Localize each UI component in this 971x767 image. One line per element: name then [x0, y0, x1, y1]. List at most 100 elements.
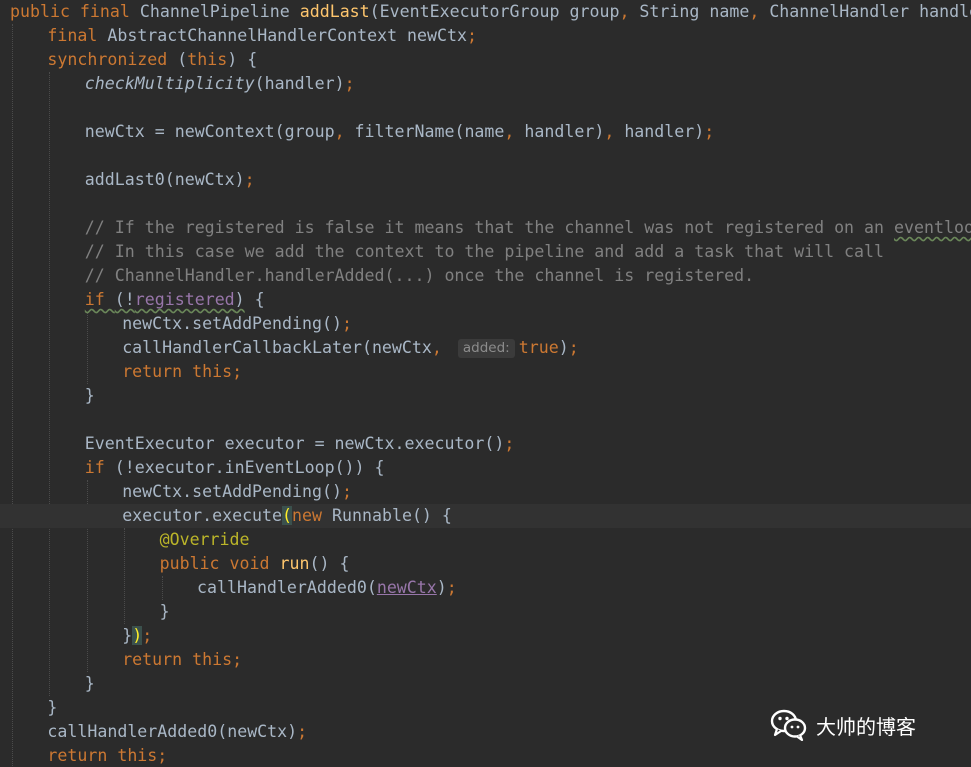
parameter-hint: added: [457, 339, 515, 358]
code-token: ; [568, 338, 579, 357]
code-line[interactable]: @Override [0, 528, 971, 552]
code-token: AbstractChannelHandlerContext newCtx [107, 26, 467, 45]
code-token: { [244, 290, 265, 309]
code-line[interactable]: addLast0(newCtx); [0, 168, 971, 192]
code-line[interactable] [0, 192, 971, 216]
code-token: // In this case we add the context to th… [84, 242, 885, 261]
wechat-icon [770, 709, 808, 741]
code-token: if [84, 458, 115, 477]
code-line[interactable]: } [0, 672, 971, 696]
code-token: ; [446, 578, 457, 597]
code-token: // ChannelHandler.handlerAdded(...) once… [84, 266, 755, 285]
code-line[interactable]: callHandlerCallbackLater(newCtx, added: t… [0, 336, 971, 360]
code-token: synchronized [47, 50, 178, 69]
code-token: newCtx.setAddPending() [122, 482, 342, 501]
code-token: (! [114, 290, 135, 309]
code-token: } [84, 386, 95, 405]
code-line[interactable]: newCtx.setAddPending(); [0, 312, 971, 336]
code-token: ; [467, 26, 477, 45]
code-token: ; [341, 482, 352, 501]
code-token: ( [177, 50, 188, 69]
code-token: ChannelHandler handler) { [769, 2, 971, 21]
code-token: (handler) [254, 74, 345, 93]
code-token: , [749, 2, 770, 21]
code-line[interactable]: if (!registered) { [0, 288, 971, 312]
code-token: } [159, 602, 170, 621]
code-token: return this; [47, 746, 168, 765]
code-token: newCtx = newContext(group [84, 122, 335, 141]
code-line[interactable]: // If the registered is false it means t… [0, 216, 971, 240]
code-token: ; [504, 434, 515, 453]
code-token: registered [134, 290, 235, 309]
code-line[interactable]: return this; [0, 360, 971, 384]
code-token: newCtx [376, 578, 437, 597]
code-line[interactable]: callHandlerAdded0(newCtx); [0, 576, 971, 600]
code-token: filterName(name [354, 122, 505, 141]
code-token: ; [142, 626, 153, 645]
code-token: if [84, 290, 115, 309]
code-token: ; [297, 722, 308, 741]
code-token: this [187, 50, 228, 69]
code-line[interactable]: } [0, 384, 971, 408]
code-line[interactable] [0, 144, 971, 168]
code-token: handler) [624, 122, 705, 141]
code-line[interactable]: public void run() { [0, 552, 971, 576]
code-line[interactable]: newCtx = newContext(group, filterName(na… [0, 120, 971, 144]
code-line[interactable]: executor.execute(new Runnable() { [0, 504, 971, 528]
code-editor[interactable]: public final ChannelPipeline addLast(Eve… [0, 0, 971, 767]
code-token: , [334, 122, 355, 141]
code-token: Runnable() { [332, 506, 452, 525]
code-token: return this; [122, 650, 243, 669]
code-token: , [604, 122, 625, 141]
code-token: eventloop [894, 218, 971, 237]
code-token: ; [244, 170, 255, 189]
code-line[interactable]: public final ChannelPipeline addLast(Eve… [0, 0, 971, 24]
watermark-text: 大帅的博客 [816, 714, 916, 739]
code-token: return this; [122, 362, 243, 381]
code-token: checkMultiplicity [84, 74, 255, 93]
code-line[interactable]: newCtx.setAddPending(); [0, 480, 971, 504]
code-line[interactable] [0, 96, 971, 120]
code-token: (!executor.inEventLoop()) { [114, 458, 385, 477]
code-line[interactable]: // ChannelHandler.handlerAdded(...) once… [0, 264, 971, 288]
code-line[interactable]: EventExecutor executor = newCtx.executor… [0, 432, 971, 456]
code-token: callHandlerCallbackLater(newCtx [122, 338, 432, 357]
code-line[interactable]: return this; [0, 744, 971, 767]
code-token: EventExecutor executor = newCtx.executor… [84, 434, 505, 453]
code-token: , [619, 2, 640, 21]
code-line[interactable]: // In this case we add the context to th… [0, 240, 971, 264]
code-line[interactable]: } [0, 600, 971, 624]
code-token: addLast [299, 2, 370, 21]
code-line[interactable]: final AbstractChannelHandlerContext newC… [0, 24, 971, 48]
code-line[interactable]: if (!executor.inEventLoop()) { [0, 456, 971, 480]
code-token: ChannelPipeline [139, 2, 300, 21]
code-token: ; [704, 122, 715, 141]
code-token: () { [309, 554, 350, 573]
code-token: } [122, 626, 133, 645]
code-token: ) [132, 626, 143, 645]
code-token: newCtx.setAddPending() [122, 314, 342, 333]
code-token: ; [341, 314, 352, 333]
code-token: new [292, 506, 333, 525]
code-token: true [518, 338, 559, 357]
code-token: , [504, 122, 525, 141]
code-token: ) [436, 578, 447, 597]
code-token: ) { [227, 50, 258, 69]
code-line[interactable] [0, 408, 971, 432]
code-token: public final [10, 2, 140, 21]
code-token: run [279, 554, 310, 573]
code-line[interactable]: }); [0, 624, 971, 648]
code-token: handler) [524, 122, 605, 141]
code-token: ; [344, 74, 355, 93]
code-token: String name [639, 2, 750, 21]
code-token: executor.execute [122, 506, 283, 525]
code-line[interactable]: return this; [0, 648, 971, 672]
code-token: @Override [159, 530, 250, 549]
code-token: (EventExecutorGroup group [369, 2, 620, 21]
watermark: 大帅的博客 [770, 707, 916, 743]
code-token: ( [282, 506, 293, 525]
code-line[interactable]: synchronized (this) { [0, 48, 971, 72]
code-token: callHandlerAdded0( [197, 578, 377, 597]
code-line[interactable]: checkMultiplicity(handler); [0, 72, 971, 96]
code-token: callHandlerAdded0(newCtx) [47, 722, 298, 741]
